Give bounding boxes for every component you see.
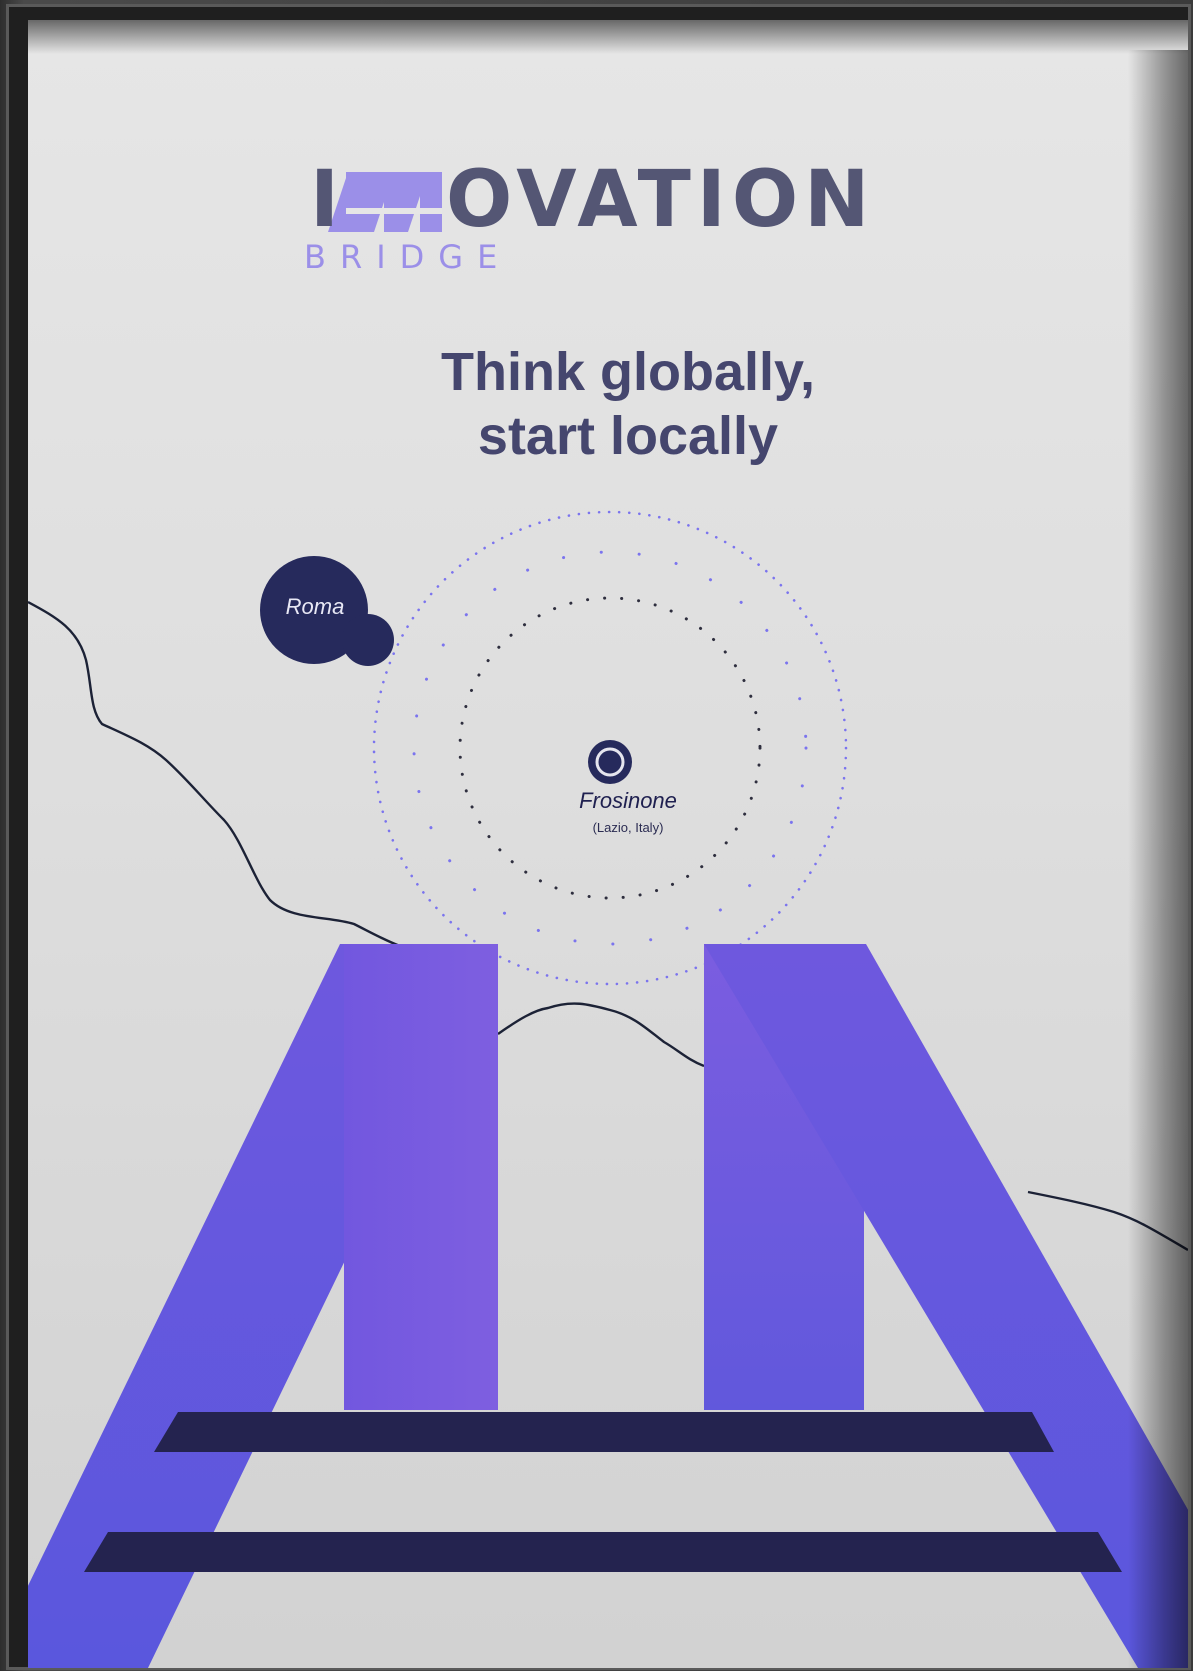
target-icon [588,740,632,784]
headline: Think globally, start locally [308,340,948,468]
logo-initial: I [310,155,340,245]
coastline-east [1027,1190,1188,1252]
roma-label: Roma [285,594,345,619]
bridge-nn-icon [328,172,442,232]
headline-line-1: Think globally, [440,342,816,402]
city-region: (Lazio, Italy) [592,820,664,835]
upper-crossbar [154,1412,1054,1452]
logo-wordmark: OVATION [446,155,876,245]
screen-background: I OVATION BRIDGE Think globally, start l… [0,0,1193,1671]
poster-artwork [28,172,1188,1668]
bridge-graphic [28,944,1188,1668]
lower-crossbar [84,1532,1122,1572]
coastline-south [497,1002,705,1068]
headline-line-2: start locally [477,406,779,466]
poster: I OVATION BRIDGE Think globally, start l… [28,20,1188,1668]
logo-subtitle: BRIDGE [304,238,512,276]
left-vertical-bar [344,944,498,1410]
city-name: Frosinone [579,788,677,813]
poster-frame: I OVATION BRIDGE Think globally, start l… [6,4,1191,1670]
